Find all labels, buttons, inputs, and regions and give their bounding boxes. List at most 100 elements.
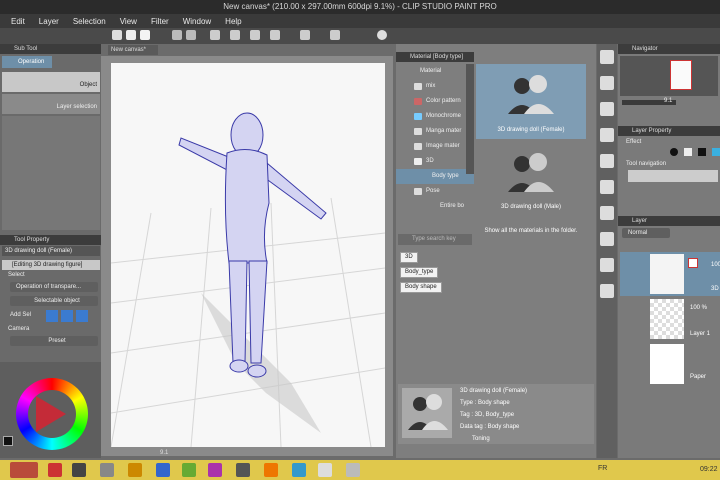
fill-icon[interactable] — [250, 30, 260, 40]
menu-layer[interactable]: Layer — [39, 17, 59, 26]
palette-icon[interactable] — [600, 102, 614, 116]
tree-manga-material[interactable]: Manga mater — [396, 124, 474, 139]
menu-filter[interactable]: Filter — [151, 17, 169, 26]
taskbar-app-icon[interactable] — [264, 463, 278, 477]
material-header: Material [Body type] — [396, 52, 474, 62]
tree-scrollbar[interactable] — [466, 64, 474, 174]
palette-icon[interactable] — [600, 154, 614, 168]
taskbar-app-icon[interactable] — [48, 463, 62, 477]
settings-icon[interactable] — [330, 30, 340, 40]
operation-select[interactable]: Operation of transpare... — [10, 282, 98, 292]
tree-color-pattern[interactable]: Color pattern — [396, 94, 474, 109]
main-color-swatch[interactable] — [3, 436, 13, 446]
taskbar-app-icon[interactable] — [156, 463, 170, 477]
color-triangle[interactable] — [36, 396, 66, 432]
tree-monochrome[interactable]: Monochrome — [396, 109, 474, 124]
undo-icon[interactable] — [172, 30, 182, 40]
ruler-icon[interactable] — [300, 30, 310, 40]
navigator-header: Navigator — [618, 44, 720, 54]
language-indicator[interactable]: FR — [598, 465, 607, 472]
clear-icon[interactable] — [230, 30, 240, 40]
open-icon[interactable] — [126, 30, 136, 40]
tag-body-type[interactable]: Body_type — [400, 267, 439, 278]
clock[interactable]: 09:22 — [700, 466, 718, 473]
taskbar-app-icon[interactable] — [100, 463, 114, 477]
taskbar-app-icon[interactable] — [292, 463, 306, 477]
effect-icon[interactable] — [670, 148, 678, 156]
tool-nav-button[interactable] — [628, 170, 718, 182]
effect-label: Effect — [626, 139, 642, 145]
canvas-paper[interactable] — [110, 63, 386, 448]
show-all-label[interactable]: Show all the materials in the folder. — [476, 228, 586, 234]
subtool-layer-selection[interactable]: Layer selection — [2, 94, 100, 114]
material-male-label[interactable]: 3D drawing doll (Male) — [476, 204, 586, 210]
toolprop-subheader: 3D drawing doll (Female) — [2, 246, 100, 256]
taskbar-app-icon[interactable] — [72, 463, 86, 477]
canvas-tab[interactable]: New canvas* — [108, 45, 158, 55]
new-icon[interactable] — [112, 30, 122, 40]
palette-icon[interactable] — [600, 206, 614, 220]
help-icon[interactable] — [377, 30, 387, 40]
editing-label: [Editing 3D drawing figure] — [2, 260, 100, 270]
subtool-object[interactable]: Object — [2, 72, 100, 92]
blend-mode-select[interactable]: Normal — [622, 228, 670, 238]
navigator-preview[interactable] — [620, 56, 718, 96]
tree-3d[interactable]: 3D — [396, 154, 474, 169]
selection-add-icon[interactable] — [61, 310, 73, 322]
redo-icon[interactable] — [186, 30, 196, 40]
taskbar-app-icon[interactable] — [236, 463, 250, 477]
effect-icon[interactable] — [712, 148, 720, 156]
3d-scene[interactable] — [110, 63, 386, 448]
navigator-zoom: 9.1 — [664, 98, 673, 104]
palette-icon[interactable] — [600, 284, 614, 298]
menu-help[interactable]: Help — [225, 17, 241, 26]
tree-body-type[interactable]: Body type — [396, 169, 474, 184]
toolprop-header: Tool Property — [0, 235, 101, 245]
palette-icon[interactable] — [600, 258, 614, 272]
layer-header: Layer — [618, 216, 720, 226]
effect-icon[interactable] — [698, 148, 706, 156]
palette-icon[interactable] — [600, 128, 614, 142]
tree-mix[interactable]: mix — [396, 79, 474, 94]
menu-selection[interactable]: Selection — [73, 17, 106, 26]
palette-icon[interactable] — [600, 76, 614, 90]
detail-data-tag: Data tag : Body shape — [460, 424, 520, 430]
menu-window[interactable]: Window — [183, 17, 211, 26]
palette-icon[interactable] — [600, 50, 614, 64]
start-button[interactable] — [10, 462, 38, 478]
palette-icon[interactable] — [600, 232, 614, 246]
tree-image-material[interactable]: Image mater — [396, 139, 474, 154]
effect-icon[interactable] — [684, 148, 692, 156]
tree-pose[interactable]: Pose — [396, 184, 474, 199]
taskbar-app-icon[interactable] — [182, 463, 196, 477]
preset-select[interactable]: Preset — [10, 336, 98, 346]
pattern-icon — [414, 113, 422, 120]
detail-extra: Toning — [472, 436, 490, 442]
selection-mode-icon[interactable] — [46, 310, 58, 322]
menu-edit[interactable]: Edit — [11, 17, 25, 26]
tree-entire-body[interactable]: Entire bo — [396, 199, 474, 214]
save-icon[interactable] — [140, 30, 150, 40]
selectable-select[interactable]: Selectable object — [10, 296, 98, 306]
taskbar-app-icon[interactable] — [208, 463, 222, 477]
tag-3d[interactable]: 3D — [400, 252, 418, 263]
selection-subtract-icon[interactable] — [76, 310, 88, 322]
layer-1-name: Layer 1 — [690, 331, 711, 337]
tab-operation[interactable]: Operation — [2, 56, 52, 68]
layer-thumbnail — [650, 344, 684, 384]
layer-mask-icon — [688, 258, 698, 268]
snap-icon[interactable] — [270, 30, 280, 40]
tag-body-shape[interactable]: Body shape — [400, 282, 442, 293]
taskbar-app-icon[interactable] — [318, 463, 332, 477]
menu-view[interactable]: View — [120, 17, 137, 26]
canvas-zoom[interactable]: 9.1 — [160, 450, 168, 456]
menu-bar: Edit Layer Selection View Filter Window … — [0, 14, 720, 28]
tree-material[interactable]: Material — [396, 64, 474, 79]
transform-icon[interactable] — [210, 30, 220, 40]
taskbar-app-icon[interactable] — [346, 463, 360, 477]
palette-icon[interactable] — [600, 180, 614, 194]
material-female-label: 3D drawing doll (Female) — [497, 127, 565, 133]
search-input[interactable]: Type search key — [398, 234, 472, 245]
navigator-page — [670, 60, 692, 90]
taskbar-app-icon[interactable] — [128, 463, 142, 477]
